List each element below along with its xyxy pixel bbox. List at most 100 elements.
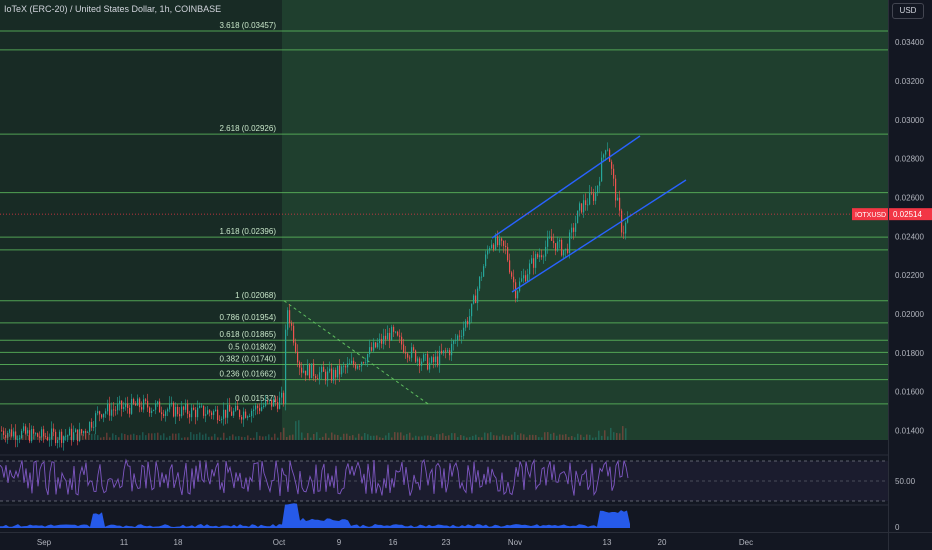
volume-bar [391, 437, 393, 440]
candle-body [523, 275, 525, 279]
volume-bar [364, 432, 366, 440]
candle-body [115, 409, 117, 411]
volume-bar [61, 436, 63, 440]
candle-body [509, 260, 511, 273]
volume-bar [199, 432, 201, 440]
volume-bar [280, 432, 282, 440]
candle-body [257, 405, 259, 409]
candle-body [307, 364, 309, 376]
fib-label: 0 (0.01537) [235, 394, 276, 403]
candle-body [503, 240, 505, 246]
candle-body [207, 410, 209, 415]
time-tick-label: 9 [337, 538, 342, 547]
volume-bar [394, 432, 396, 440]
volume-bar [379, 437, 381, 440]
price-tick-label: 0.02800 [895, 155, 924, 164]
volume-bar [244, 437, 246, 440]
price-tick-label: 0.03400 [895, 38, 924, 47]
chart-canvas[interactable]: 3.618 (0.03457) 2.618 (0.02926) 1.618 (0.0… [0, 0, 888, 532]
candle-body [75, 429, 77, 433]
candle-body [361, 362, 363, 367]
time-axis[interactable]: Sep 11 18 Oct 9 16 23 Nov 13 20 Dec [0, 532, 888, 550]
candle-body [127, 403, 129, 409]
time-tick-label: Oct [273, 538, 286, 547]
volume-bar [454, 433, 456, 440]
volume-bar [208, 436, 210, 440]
candle-body [217, 409, 219, 421]
volume-bar [562, 434, 564, 440]
fib-zone-right [282, 0, 888, 440]
volume-bar [121, 433, 123, 440]
candle-body [329, 368, 331, 372]
candle-body [517, 291, 519, 299]
volume-bar [496, 435, 498, 440]
candle-body [595, 192, 597, 201]
candle-body [173, 402, 175, 417]
candle-body [99, 411, 101, 415]
candle-body [321, 366, 323, 373]
price-tick-label: 0.01400 [895, 427, 924, 436]
volume-bar [457, 437, 459, 440]
volume-bar [7, 433, 9, 440]
volume-bar [229, 436, 231, 440]
candle-body [427, 354, 429, 370]
candle-body [197, 407, 199, 418]
candle-body [473, 295, 475, 304]
candle-body [135, 403, 137, 406]
candle-body [413, 347, 415, 351]
candle-body [131, 398, 133, 414]
candle-body [109, 403, 111, 416]
volume-bar [484, 432, 486, 440]
candle-body [243, 411, 245, 420]
time-tick-label: 13 [603, 538, 612, 547]
volume-bar [490, 432, 492, 440]
volume-bar [178, 433, 180, 440]
candle-body [299, 362, 301, 368]
volume-bar [85, 432, 87, 440]
volume-bar [16, 435, 18, 440]
volume-bar [352, 435, 354, 440]
candle-body [339, 365, 341, 375]
candle-body [533, 258, 535, 268]
volume-bar [259, 435, 261, 440]
volume-bar [508, 435, 510, 440]
candle-body [587, 204, 589, 206]
volume-bar [148, 433, 150, 440]
price-axis[interactable]: 0.03400 0.03200 0.03000 0.02800 0.02600 0.024… [888, 0, 932, 532]
volume-bar [13, 432, 15, 440]
volume-area [0, 503, 630, 528]
currency-button[interactable]: USD [892, 3, 924, 19]
candle-body [385, 335, 387, 340]
volume-bar [91, 433, 93, 440]
candle-body [241, 416, 243, 420]
candle-body [95, 413, 97, 427]
candle-body [271, 399, 273, 407]
candle-body [313, 363, 315, 376]
candle-body [209, 410, 211, 413]
candle-body [273, 399, 275, 407]
candle-body [535, 254, 537, 268]
candle-body [353, 360, 355, 365]
candle-body [497, 236, 499, 246]
candle-body [175, 406, 177, 417]
candle-body [247, 416, 249, 418]
volume-bar [319, 437, 321, 440]
candle-body [179, 414, 181, 417]
volume-bar [343, 433, 345, 440]
candle-body [601, 157, 603, 182]
volume-bar [202, 434, 204, 440]
candle-body [305, 370, 307, 376]
candle-body [33, 429, 35, 434]
candle-body [191, 407, 193, 418]
candle-body [549, 236, 551, 238]
candle-body [229, 404, 231, 412]
volume-bar [241, 436, 243, 440]
volume-bar [325, 433, 327, 440]
candle-body [53, 428, 55, 432]
candle-body [239, 410, 241, 417]
price-tick-label: 0.01800 [895, 349, 924, 358]
candle-body [319, 372, 321, 380]
candle-body [363, 362, 365, 363]
chart-pane[interactable]: 3.618 (0.03457) 2.618 (0.02926) 1.618 (0.0… [0, 0, 888, 532]
volume-bar [184, 437, 186, 440]
